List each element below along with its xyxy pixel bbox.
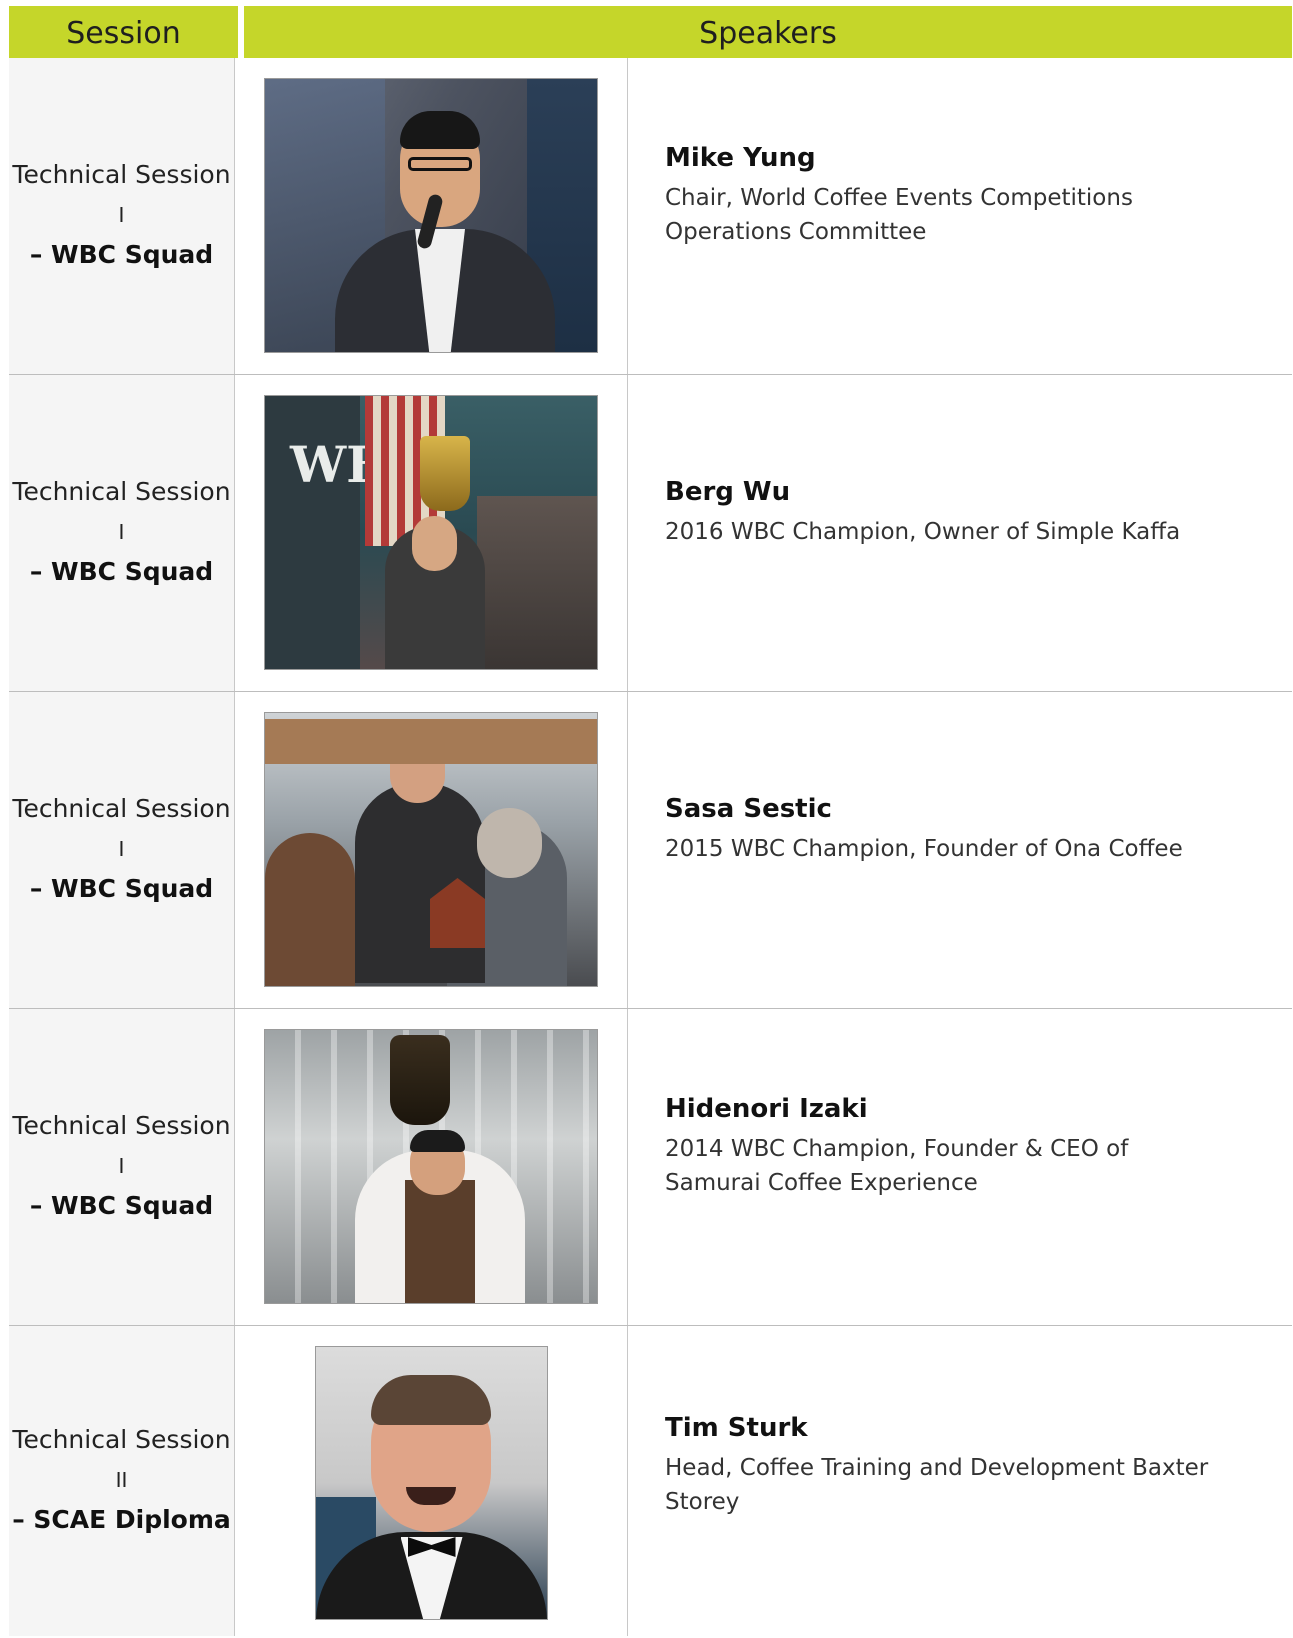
session-title: Technical Session — [12, 1111, 231, 1140]
session-subtitle: – WBC Squad — [29, 1191, 214, 1220]
speaker-info: Berg Wu 2016 WBC Champion, Owner of Simp… — [628, 375, 1292, 691]
speaker-role: 2014 WBC Champion, Founder & CEO of Samu… — [665, 1136, 1129, 1196]
session-cell: Technical Session I – WBC Squad — [9, 692, 235, 1008]
session-number: I — [118, 1154, 125, 1178]
session-title: Technical Session — [12, 794, 231, 823]
session-title: Technical Session — [12, 160, 231, 189]
photo-cell — [235, 58, 628, 374]
session-title: Technical Session — [12, 477, 231, 506]
speaker-photo — [265, 1030, 597, 1303]
speaker-role: Chair, World Coffee Events Competitions … — [665, 185, 1133, 245]
session-subtitle: – WBC Squad — [29, 240, 214, 269]
session-number: I — [118, 520, 125, 544]
photo-cell — [235, 1009, 628, 1325]
session-cell: Technical Session I – WBC Squad — [9, 58, 235, 374]
table-row: Technical Session I – WBC Squad WBC Berg… — [9, 375, 1292, 692]
speaker-name: Sasa Sestic — [665, 794, 832, 824]
table-row: Technical Session II – SCAE Diploma Tim … — [9, 1326, 1292, 1636]
speaker-photo — [265, 79, 597, 352]
speaker-name: Hidenori Izaki — [665, 1094, 868, 1124]
speaker-photo: WBC — [265, 396, 597, 669]
speaker-role: Head, Coffee Training and Development Ba… — [665, 1455, 1209, 1515]
photo-cell — [235, 1326, 628, 1636]
table-row: Technical Session I – WBC Squad Hidenori… — [9, 1009, 1292, 1326]
table-header: Session Speakers — [9, 6, 1292, 58]
header-session: Session — [9, 6, 238, 58]
table-row: Technical Session I – WBC Squad Mike Yun… — [9, 58, 1292, 375]
speaker-info: Sasa Sestic 2015 WBC Champion, Founder o… — [628, 692, 1292, 1008]
session-title: Technical Session — [12, 1425, 231, 1454]
speaker-name: Tim Sturk — [665, 1413, 808, 1443]
speaker-info: Mike Yung Chair, World Coffee Events Com… — [628, 58, 1292, 374]
photo-cell — [235, 692, 628, 1008]
session-subtitle: – WBC Squad — [29, 874, 214, 903]
photo-cell: WBC — [235, 375, 628, 691]
header-speakers: Speakers — [244, 6, 1292, 58]
speaker-role: 2016 WBC Champion, Owner of Simple Kaffa — [665, 519, 1181, 545]
session-cell: Technical Session II – SCAE Diploma — [9, 1326, 235, 1636]
session-subtitle: – SCAE Diploma — [12, 1505, 231, 1534]
speaker-name: Berg Wu — [665, 477, 791, 507]
speaker-info: Tim Sturk Head, Coffee Training and Deve… — [628, 1326, 1292, 1636]
session-cell: Technical Session I – WBC Squad — [9, 375, 235, 691]
session-cell: Technical Session I – WBC Squad — [9, 1009, 235, 1325]
table-row: Technical Session I – WBC Squad Sasa Ses… — [9, 692, 1292, 1009]
speaker-info: Hidenori Izaki 2014 WBC Champion, Founde… — [628, 1009, 1292, 1325]
speakers-table: Session Speakers Technical Session I – W… — [9, 6, 1292, 1636]
speaker-name: Mike Yung — [665, 143, 816, 173]
photo-banner-text: WBC — [290, 426, 429, 504]
session-number: I — [118, 837, 125, 861]
session-number: I — [118, 203, 125, 227]
session-number: II — [115, 1468, 128, 1492]
speaker-role: 2015 WBC Champion, Founder of Ona Coffee — [665, 836, 1183, 862]
speaker-photo — [265, 713, 597, 986]
speaker-photo — [315, 1347, 547, 1619]
session-subtitle: – WBC Squad — [29, 557, 214, 586]
